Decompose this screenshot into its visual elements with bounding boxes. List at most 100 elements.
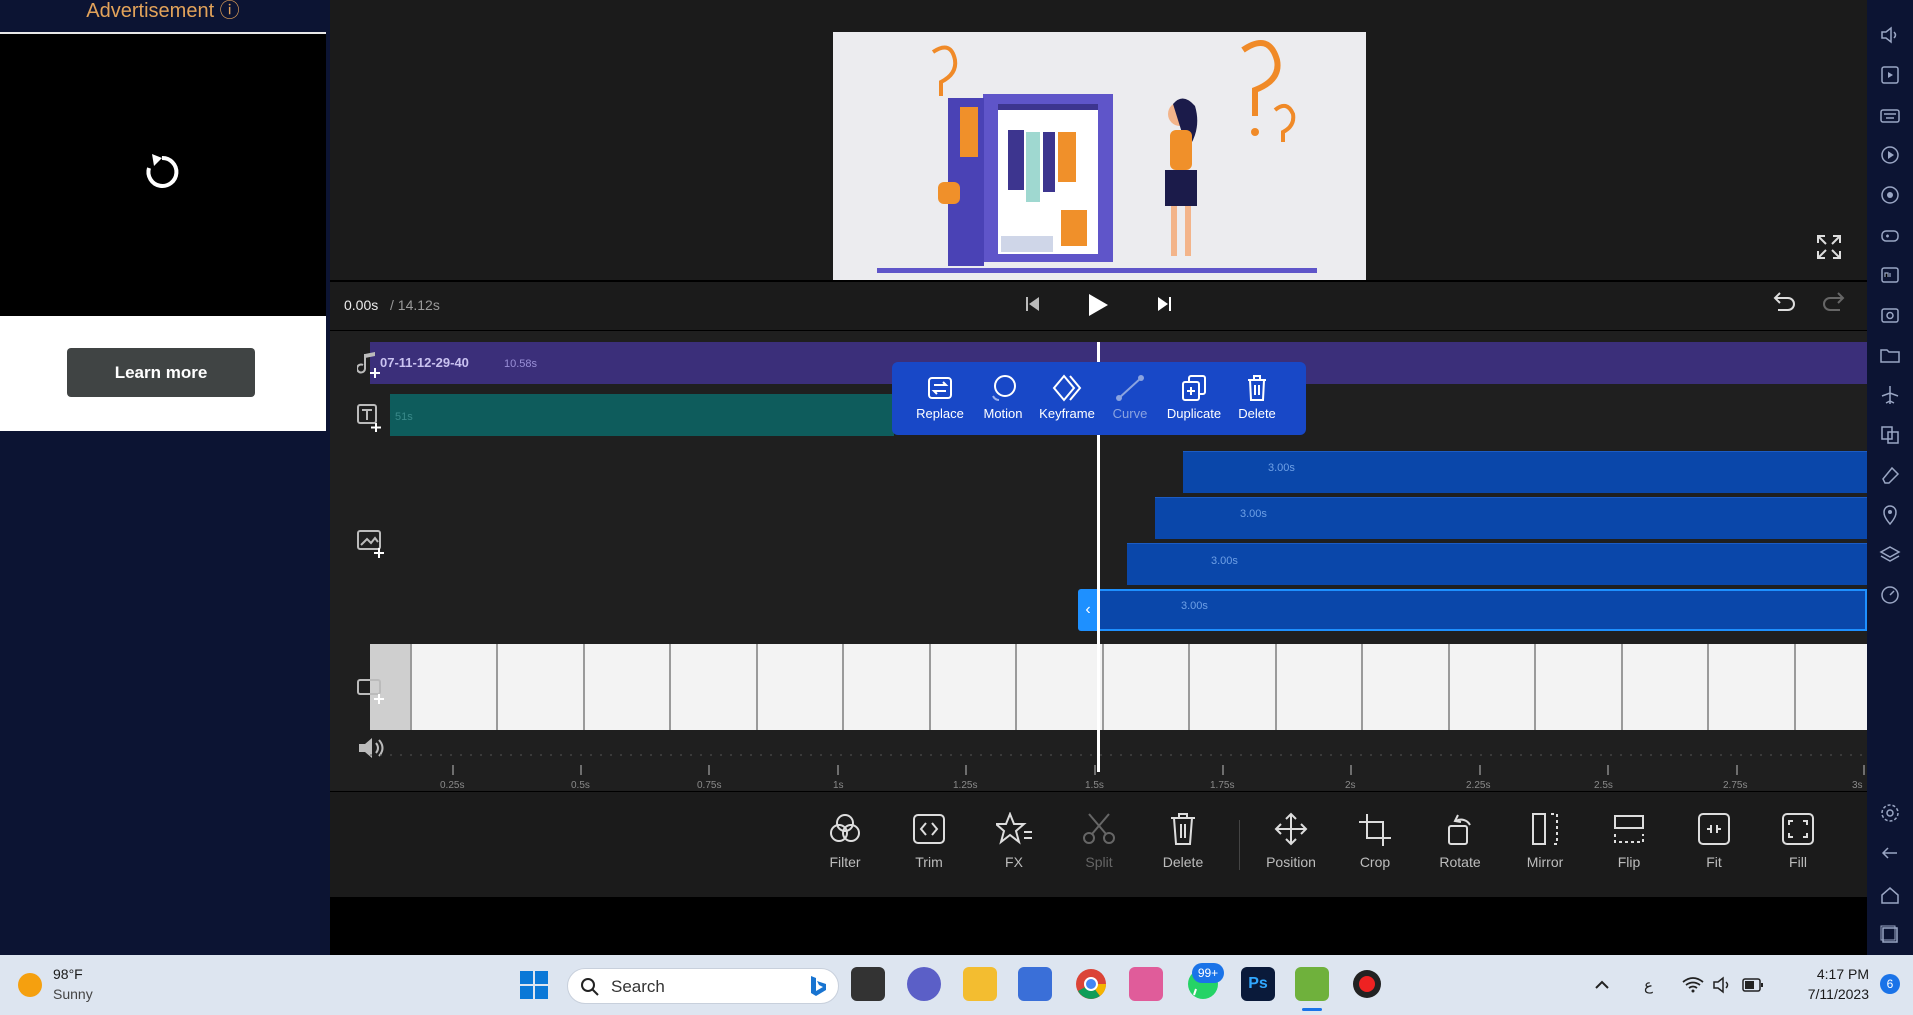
- taskbar-app-photo[interactable]: [1129, 967, 1163, 1001]
- total-time: / 14.12s: [390, 297, 440, 313]
- filter-button[interactable]: Filter: [810, 812, 880, 882]
- rotate-button[interactable]: Rotate: [1425, 812, 1495, 882]
- trim-button[interactable]: Trim: [894, 812, 964, 882]
- fit-button[interactable]: Fit: [1679, 812, 1749, 882]
- undo-icon[interactable]: [1770, 292, 1796, 316]
- volume-icon[interactable]: [1879, 24, 1901, 46]
- redo-icon[interactable]: [1822, 292, 1848, 316]
- position-button[interactable]: Position: [1256, 812, 1326, 882]
- folder-icon[interactable]: [1879, 344, 1901, 366]
- learn-more-button[interactable]: Learn more: [67, 348, 255, 397]
- recents-icon[interactable]: [1879, 924, 1901, 946]
- battery-icon[interactable]: [1742, 977, 1764, 993]
- taskbar-app-store[interactable]: [1018, 967, 1052, 1001]
- crop-label: Crop: [1359, 854, 1391, 870]
- preview-illustration: [833, 32, 1366, 280]
- clip-trim-handle[interactable]: ‹: [1078, 589, 1098, 631]
- search-icon: [581, 978, 599, 996]
- taskbar-search[interactable]: [567, 968, 839, 1004]
- motion-label: Motion: [983, 406, 1023, 421]
- fullscreen-icon[interactable]: [1816, 234, 1842, 260]
- trim-icon: [913, 814, 945, 844]
- photoshop-icon[interactable]: Ps: [1241, 967, 1275, 1001]
- fx-label: FX: [1005, 854, 1023, 870]
- add-video-icon[interactable]: [357, 676, 385, 704]
- flip-button[interactable]: Flip: [1594, 812, 1664, 882]
- wifi-icon[interactable]: [1682, 976, 1704, 994]
- gamepad-icon[interactable]: [1879, 224, 1901, 246]
- text-track[interactable]: [390, 394, 894, 436]
- skip-forward-icon[interactable]: [1157, 296, 1171, 312]
- screenshot-icon[interactable]: [1879, 304, 1901, 326]
- apk-icon[interactable]: [1879, 264, 1901, 286]
- overlay-clip-selected[interactable]: [1097, 589, 1867, 631]
- video-track-frames: [370, 644, 1796, 730]
- eraser-icon[interactable]: [1879, 464, 1901, 486]
- record-icon[interactable]: [1879, 144, 1901, 166]
- duplicate-label: Duplicate: [1166, 406, 1222, 421]
- taskbar-app-explorer[interactable]: [963, 967, 997, 1001]
- ruler-tick: 0.75s: [697, 780, 722, 791]
- sun-icon: [18, 973, 42, 997]
- motion-button[interactable]: Motion: [973, 374, 1033, 430]
- back-icon[interactable]: [1879, 842, 1901, 864]
- mirror-button[interactable]: Mirror: [1510, 812, 1580, 882]
- language-indicator[interactable]: ع: [1644, 976, 1653, 994]
- delete-button[interactable]: Delete: [1148, 812, 1218, 882]
- split-button[interactable]: Split: [1064, 812, 1134, 882]
- clip-duration: 3.00s: [1268, 462, 1295, 474]
- taskbar-app-black[interactable]: [851, 967, 885, 1001]
- play-icon[interactable]: [1087, 293, 1109, 317]
- speaker-icon[interactable]: [1712, 976, 1732, 994]
- ruler-tick: 1.75s: [1210, 780, 1235, 791]
- fill-button[interactable]: Fill: [1763, 812, 1833, 882]
- macro-icon[interactable]: [1879, 184, 1901, 206]
- audio-clip-name: 07-11-12-29-40: [380, 355, 469, 370]
- clock-time[interactable]: 4:17 PM: [1789, 966, 1869, 982]
- scissors-icon: [1083, 813, 1115, 844]
- mirror-icon: [1532, 813, 1558, 845]
- curve-button[interactable]: Curve: [1100, 374, 1160, 430]
- current-time: 0.00s: [344, 297, 379, 313]
- taskbar-app-teams[interactable]: [907, 967, 941, 1001]
- record-app-icon[interactable]: [1350, 967, 1384, 1001]
- clip-duration: 3.00s: [1240, 508, 1267, 520]
- add-text-icon[interactable]: [357, 404, 383, 432]
- video-preview[interactable]: [833, 32, 1366, 280]
- keyframe-button[interactable]: Keyframe: [1037, 374, 1097, 430]
- crop-button[interactable]: Crop: [1340, 812, 1410, 882]
- chevron-up-icon[interactable]: [1594, 977, 1610, 993]
- video-icon[interactable]: [1879, 64, 1901, 86]
- speed-icon[interactable]: [1879, 584, 1901, 606]
- notification-badge[interactable]: 6: [1880, 974, 1900, 994]
- ruler-tick: 1.25s: [953, 780, 978, 791]
- replay-icon[interactable]: [138, 148, 186, 196]
- crop-icon: [1359, 814, 1391, 846]
- windows-start-icon[interactable]: [519, 970, 549, 1000]
- video-track[interactable]: [370, 644, 1867, 730]
- overlay-clip[interactable]: [1127, 543, 1867, 585]
- multi-instance-icon[interactable]: [1879, 424, 1901, 446]
- skip-back-icon[interactable]: [1026, 296, 1040, 312]
- keyframe-label: Keyframe: [1039, 406, 1095, 421]
- fx-icon: [996, 812, 1032, 845]
- keyboard-icon[interactable]: [1879, 104, 1901, 126]
- time-ruler[interactable]: [370, 745, 1867, 791]
- bing-icon[interactable]: [806, 974, 830, 998]
- weather-temp[interactable]: 98°F: [53, 966, 83, 982]
- layers-icon[interactable]: [1879, 544, 1901, 566]
- home-icon[interactable]: [1879, 884, 1901, 906]
- bluestacks-icon[interactable]: [1295, 967, 1329, 1001]
- location-icon[interactable]: [1879, 504, 1901, 526]
- airplane-icon[interactable]: [1879, 384, 1901, 406]
- fx-button[interactable]: FX: [979, 812, 1049, 882]
- popup-delete-button[interactable]: Delete: [1227, 374, 1287, 430]
- add-overlay-icon[interactable]: [357, 530, 385, 558]
- clock-date: 7/11/2023: [1807, 986, 1869, 1002]
- duplicate-button[interactable]: Duplicate: [1164, 374, 1224, 430]
- weather-desc: Sunny: [53, 986, 93, 1002]
- replace-button[interactable]: Replace: [910, 374, 970, 430]
- filter-label: Filter: [829, 854, 861, 870]
- chrome-icon[interactable]: [1074, 967, 1108, 1001]
- settings-icon[interactable]: [1879, 802, 1901, 824]
